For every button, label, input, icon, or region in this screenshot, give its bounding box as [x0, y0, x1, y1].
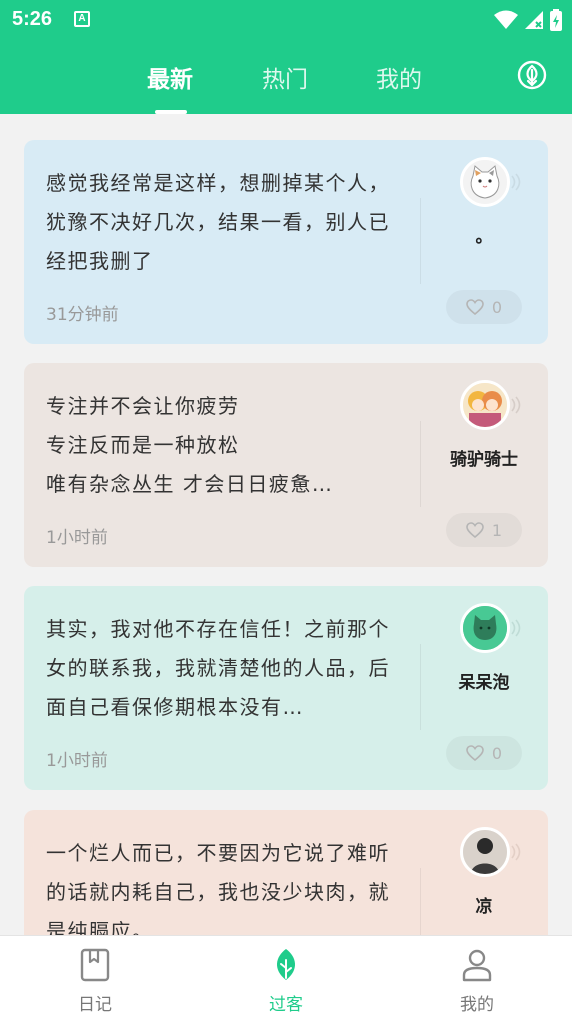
post-card[interactable]: 其实，我对他不存在信任！之前那个女的联系我，我就清楚他的人品，后面自己看保修期根… — [24, 586, 548, 790]
nav-diary[interactable]: 日记 — [0, 936, 190, 1016]
like-count: 0 — [491, 743, 503, 763]
tab-latest[interactable]: 最新 — [147, 60, 193, 94]
cat-avatar-image — [463, 160, 507, 204]
post-text: 其实，我对他不存在信任！之前那个女的联系我，我就清楚他的人品，后面自己看保修期根… — [46, 617, 390, 719]
nav-mine[interactable]: 我的 — [382, 936, 572, 1016]
sound-wave-icon — [511, 843, 521, 861]
user-icon — [462, 949, 492, 982]
post-time: 31分钟前 — [46, 305, 119, 325]
status-bar: 5:26 A — [0, 0, 572, 40]
cat-avatar[interactable] — [460, 157, 510, 207]
nav-passerby[interactable]: 过客 — [191, 936, 381, 1016]
sound-wave-icon — [511, 619, 521, 637]
tab-mine[interactable]: 我的 — [376, 60, 422, 94]
wifi-icon — [494, 10, 518, 29]
status-time: 5:26 — [12, 8, 53, 30]
post-card[interactable]: 专注并不会让你疲劳 专注反而是一种放松 唯有杂念丛生 才会日日疲惫… 1小时前 … — [24, 363, 548, 567]
post-text: 专注并不会让你疲劳 专注反而是一种放松 唯有杂念丛生 才会日日疲惫… — [46, 394, 334, 496]
post-text: 感觉我经常是这样，想删掉某个人，犹豫不决好几次，结果一看，别人已经把我删了 — [46, 171, 390, 273]
sound-wave-icon — [511, 173, 521, 191]
like-button[interactable]: 0 — [446, 736, 522, 770]
nav-label: 我的 — [460, 995, 494, 1015]
green-cat-avatar[interactable] — [460, 603, 510, 653]
author-nickname[interactable]: 骑驴骑士 — [420, 445, 548, 470]
leaf-down-circle-icon[interactable] — [517, 60, 547, 90]
tab-hot[interactable]: 热门 — [262, 60, 308, 94]
leaf-icon — [276, 949, 296, 980]
like-count: 0 — [491, 297, 503, 317]
sound-wave-icon — [511, 396, 521, 414]
post-time: 1小时前 — [46, 528, 108, 548]
like-button[interactable]: 1 — [446, 513, 522, 547]
notification-icon: A — [74, 11, 90, 27]
heart-icon — [466, 522, 484, 538]
signal-icon — [525, 11, 543, 29]
post-time: 1小时前 — [46, 751, 108, 771]
green-cat-avatar-image — [463, 606, 507, 650]
author-nickname[interactable]: 凉 — [420, 892, 548, 917]
heart-icon — [466, 745, 484, 761]
battery-icon — [550, 9, 562, 31]
anime-girls-avatar-image — [463, 383, 507, 427]
heart-icon — [466, 299, 484, 315]
nav-label: 过客 — [269, 995, 303, 1015]
like-count: 1 — [491, 520, 503, 540]
anime-girls-avatar[interactable] — [460, 380, 510, 430]
status-icons — [494, 8, 562, 32]
nav-label: 日记 — [78, 995, 112, 1015]
diary-icon — [80, 948, 110, 982]
post-text: 一个烂人而已，不要因为它说了难听的话就内耗自己，我也没少块肉，就是纯膈应。 — [46, 841, 390, 943]
author-nickname[interactable]: 呆呆泡 — [420, 668, 548, 693]
bottom-nav: 日记 过客 我的 — [0, 935, 572, 1016]
like-button[interactable]: 0 — [446, 290, 522, 324]
post-card[interactable]: 感觉我经常是这样，想删掉某个人，犹豫不决好几次，结果一看，别人已经把我删了 31… — [24, 140, 548, 344]
top-tab-bar: 最新 热门 我的 — [0, 40, 572, 114]
author-nickname[interactable]: 。 — [420, 222, 548, 247]
active-tab-indicator — [155, 110, 187, 114]
person-avatar[interactable] — [460, 827, 510, 877]
person-avatar-image — [463, 830, 507, 874]
